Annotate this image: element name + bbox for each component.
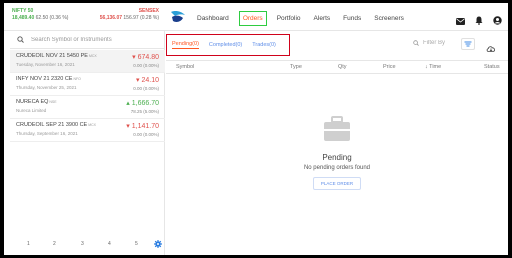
orders-filter: [413, 40, 449, 46]
down-arrow-icon: ▾: [126, 123, 130, 130]
orders-tabs: Pending(0) Completed(0) Trades(0): [166, 34, 290, 56]
tab-trades[interactable]: Trades(0): [252, 42, 276, 48]
user-icon[interactable]: [493, 12, 502, 30]
watchlist-change: 0.00 (0.00%): [133, 86, 159, 91]
download-icon[interactable]: [486, 40, 496, 58]
search-icon: [413, 40, 419, 46]
empty-message: No pending orders found: [303, 165, 371, 171]
watchlist-exchange: NFO: [73, 77, 81, 81]
column-qty[interactable]: Qty: [338, 64, 347, 70]
nifty-name: NIFTY 50: [12, 8, 34, 14]
empty-title: Pending: [322, 153, 352, 162]
watchlist-item[interactable]: CRUDEOIL SEP 21 3900 CEMCX Thursday, Sep…: [10, 119, 165, 142]
filter-button[interactable]: [461, 38, 475, 50]
watchlist-price: ▾ 24.10: [136, 77, 159, 84]
watchlist-symbol: NURECA EQ: [16, 99, 49, 105]
watchlist-exchange: NSE: [49, 100, 57, 104]
empty-state: Pending No pending orders found PLACE OR…: [166, 116, 508, 190]
search-input[interactable]: [31, 36, 151, 43]
page-3[interactable]: 3: [81, 241, 84, 247]
search-icon: [17, 36, 24, 43]
top-bar: NIFTY 50 18,489.40 62.50 (0.36 %) SENSEX…: [4, 3, 508, 31]
page-4[interactable]: 4: [108, 241, 111, 247]
logo-icon: [171, 11, 185, 22]
tab-pending[interactable]: Pending(0): [172, 41, 199, 49]
watchlist-price: ▾ 1,141.70: [126, 123, 159, 130]
tab-completed[interactable]: Completed(0): [209, 42, 242, 48]
nav-portfolio[interactable]: Portfolio: [274, 12, 304, 25]
watchlist-pager: 1 2 3 4 5: [10, 237, 165, 251]
app-logo[interactable]: [169, 9, 187, 30]
watchlist-symbol: CRUDEOIL SEP 21 3900 CE: [16, 122, 88, 128]
app-window: NIFTY 50 18,489.40 62.50 (0.36 %) SENSEX…: [4, 3, 508, 255]
watchlist-item[interactable]: INFY NOV 21 2320 CENFO Thursday, Novembe…: [10, 73, 165, 96]
nifty-value: 18,489.40: [12, 15, 35, 21]
watchlist-exchange: MCX: [88, 123, 97, 127]
sensex-name: SENSEX: [138, 8, 159, 14]
watchlist-price: ▴ 1,666.70: [126, 100, 159, 107]
watchlist-change: 0.00 (0.00%): [133, 63, 159, 68]
column-price[interactable]: Price: [383, 64, 396, 70]
watchlist-change: 0.00 (0.00%): [133, 132, 159, 137]
orders-panel: Pending(0) Completed(0) Trades(0) Symbol…: [166, 31, 508, 255]
column-status[interactable]: Status: [484, 64, 500, 70]
column-symbol[interactable]: Symbol: [176, 64, 194, 70]
watchlist-symbol: CRUDEOIL NOV 21 5450 PE: [16, 53, 88, 59]
sensex-index[interactable]: SENSEX 56,136.07 156.97 (0.28 %): [91, 8, 159, 22]
filter-icon: [464, 41, 472, 47]
filter-input[interactable]: [423, 40, 449, 46]
watchlist-symbol: INFY NOV 21 2320 CE: [16, 76, 73, 82]
watchlist-panel: CRUDEOIL NOV 21 5450 PEMCX Tuesday, Nove…: [10, 31, 165, 255]
sensex-value: 56,136.07: [99, 15, 123, 21]
gear-icon[interactable]: [154, 240, 162, 250]
nifty-index[interactable]: NIFTY 50 18,489.40 62.50 (0.36 %): [12, 8, 68, 22]
sensex-change: 156.97 (0.28 %): [123, 15, 159, 21]
column-time[interactable]: ↓ Time: [425, 64, 441, 70]
page-5[interactable]: 5: [135, 241, 138, 247]
main-nav: Dashboard Orders Portfolio Alerts Funds …: [194, 9, 414, 27]
nav-screeners[interactable]: Screeners: [371, 12, 407, 25]
page-1[interactable]: 1: [27, 241, 30, 247]
watchlist-search: [10, 31, 165, 49]
top-icons: [446, 12, 502, 30]
place-order-button[interactable]: PLACE ORDER: [312, 177, 362, 190]
orders-table-header: Symbol Type Qty Price ↓ Time Status: [166, 60, 508, 74]
watchlist-change: 78.25 (5.00%): [130, 109, 159, 114]
nav-orders[interactable]: Orders: [238, 10, 267, 26]
down-arrow-icon: ▾: [132, 54, 136, 61]
watchlist-price: ▾ 674.80: [132, 54, 159, 61]
down-arrow-icon: ▾: [136, 77, 140, 84]
watchlist-item[interactable]: CRUDEOIL NOV 21 5450 PEMCX Tuesday, Nove…: [10, 50, 165, 73]
up-arrow-icon: ▴: [126, 100, 130, 107]
column-type[interactable]: Type: [290, 64, 302, 70]
briefcase-icon: [324, 116, 350, 141]
nifty-change: 62.50 (0.36 %): [35, 15, 69, 21]
nav-funds[interactable]: Funds: [340, 12, 364, 25]
nav-dashboard[interactable]: Dashboard: [194, 12, 232, 25]
watchlist-exchange: MCX: [88, 54, 97, 58]
watchlist: CRUDEOIL NOV 21 5450 PEMCX Tuesday, Nove…: [10, 50, 165, 142]
page-2[interactable]: 2: [53, 241, 56, 247]
nav-alerts[interactable]: Alerts: [311, 12, 334, 25]
mail-icon[interactable]: [456, 12, 465, 30]
watchlist-item[interactable]: NURECA EQNSE Nureca Limited ▴ 1,666.70 7…: [10, 96, 165, 119]
bell-icon[interactable]: [475, 12, 483, 30]
